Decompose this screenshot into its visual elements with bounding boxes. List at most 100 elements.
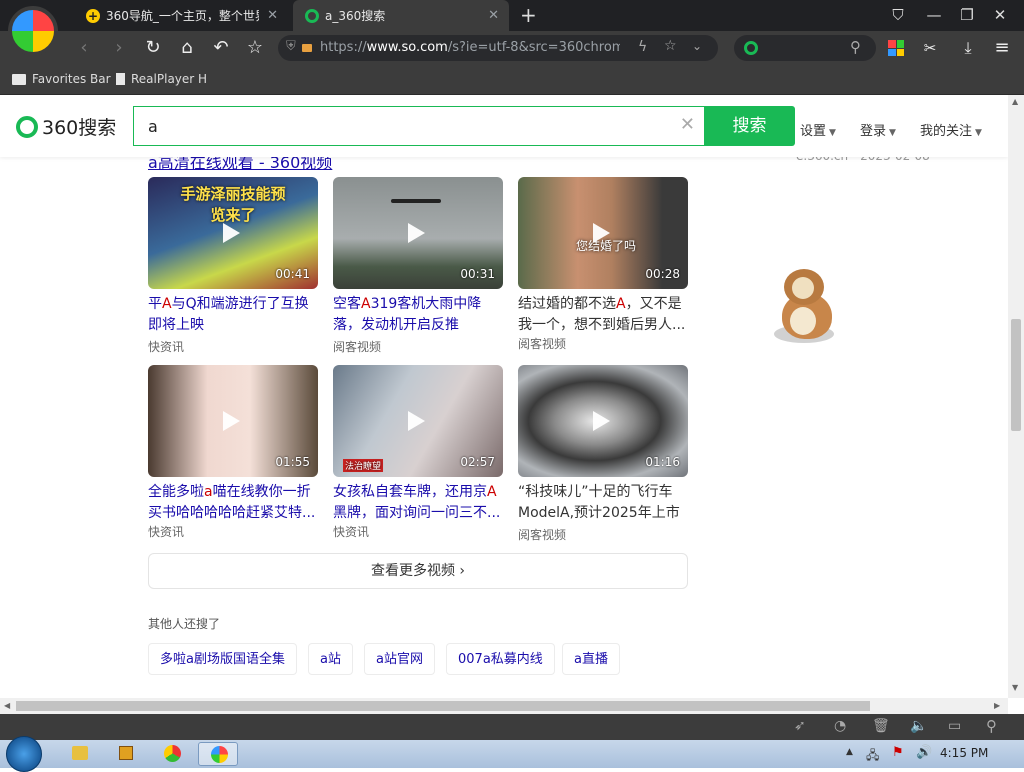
related-searches-label: 其他人还搜了: [148, 617, 221, 631]
vertical-scrollbar[interactable]: ▲ ▼: [1008, 95, 1024, 698]
folder-icon: [12, 73, 26, 85]
new-tab-icon[interactable]: +: [520, 4, 537, 26]
chevron-right-icon: ›: [459, 563, 466, 579]
related-search-chip[interactable]: 007a私募内线: [446, 643, 555, 675]
video-duration: 00:28: [645, 267, 680, 281]
window-icon[interactable]: ▭: [948, 718, 961, 734]
search-icon[interactable]: ⚲: [986, 717, 997, 735]
tab-so-search[interactable]: a_360搜索 ✕: [293, 0, 509, 31]
shield-icon[interactable]: ⛨: [286, 39, 296, 54]
scrollbar-thumb[interactable]: [1011, 319, 1021, 431]
show-hidden-icons-icon[interactable]: ▲: [846, 747, 853, 757]
video-source: 快资讯: [148, 340, 185, 354]
video-title[interactable]: 空客A319客机大雨中降落，发动机开启反推: [333, 294, 505, 336]
start-button-icon[interactable]: [6, 736, 42, 772]
video-duration: 01:55: [275, 455, 310, 469]
thumbnail-caption: 法治瞭望: [343, 459, 384, 472]
bookmark-star-icon[interactable]: ☆: [664, 38, 677, 54]
video-title[interactable]: 平A与Q和端游进行了互换即将上映: [148, 294, 320, 336]
address-bar[interactable]: ⛨ https://www.so.com/s?ie=utf-8&src=360c…: [278, 35, 718, 61]
video-thumbnail[interactable]: 01:55: [148, 365, 318, 477]
action-center-icon[interactable]: ⚑: [892, 745, 904, 760]
download-icon[interactable]: ⤓: [956, 36, 980, 60]
network-icon[interactable]: 🖧: [866, 746, 879, 767]
hamster-mascot[interactable]: [770, 263, 842, 363]
video-title[interactable]: “科技味儿”十足的飞行车ModelA,预计2025年上市: [518, 482, 690, 524]
search-query: a: [148, 117, 158, 136]
360-browser-icon[interactable]: [198, 742, 238, 766]
close-window-icon[interactable]: ✕: [990, 5, 1010, 25]
chrome-icon[interactable]: [152, 742, 192, 766]
video-title[interactable]: 全能多啦a喵在线教你一折买书哈哈哈哈哈赶紧艾特...: [148, 482, 320, 524]
airplane-icon: [391, 199, 441, 203]
search-button[interactable]: 搜索: [704, 106, 795, 146]
login-link[interactable]: 登录 ▼: [860, 120, 896, 139]
related-search-chip[interactable]: a站: [308, 643, 353, 675]
lock-icon: [302, 44, 312, 52]
reload-icon[interactable]: ↻: [141, 36, 165, 60]
media-player-icon[interactable]: [106, 742, 146, 766]
forward-icon[interactable]: ›: [107, 36, 131, 60]
menu-icon[interactable]: ≡: [990, 36, 1014, 60]
home-icon[interactable]: ⌂: [175, 36, 199, 60]
chevron-down-icon: ▼: [829, 128, 836, 138]
apps-grid-icon[interactable]: [888, 40, 904, 56]
flash-icon[interactable]: ϟ: [638, 39, 647, 55]
settings-label: 设置: [800, 124, 827, 139]
video-title[interactable]: 女孩私自套车牌，还用京A黑牌，面对询问一问三不...: [333, 482, 505, 524]
video-source: 快资讯: [148, 525, 185, 539]
speed-icon[interactable]: ◔: [834, 718, 846, 734]
video-thumbnail[interactable]: 您结婚了吗 00:28: [518, 177, 688, 289]
related-search-chip[interactable]: a站官网: [364, 643, 435, 675]
video-thumbnail[interactable]: 01:16: [518, 365, 688, 477]
video-title[interactable]: 结过婚的都不选A，又不是我一个，想不到婚后男人...: [518, 294, 690, 336]
search-icon[interactable]: ⚲: [850, 38, 861, 56]
explorer-icon[interactable]: [60, 742, 100, 766]
play-icon: [593, 223, 610, 243]
play-icon: [593, 411, 610, 431]
scroll-up-icon[interactable]: ▲: [1012, 97, 1018, 106]
video-duration: 00:41: [275, 267, 310, 281]
volume-icon[interactable]: 🔈: [910, 718, 927, 734]
bookmark-realplayer[interactable]: RealPlayer H: [116, 72, 207, 86]
toolbar-search-box[interactable]: ⚲: [734, 35, 876, 61]
shirt-icon[interactable]: ⛉: [888, 5, 908, 25]
scissors-icon[interactable]: ✂: [918, 36, 942, 60]
my-follow-link[interactable]: 我的关注 ▼: [920, 120, 982, 139]
restore-icon[interactable]: ❐: [957, 5, 977, 25]
tab-title: 360导航_一个主页，整个世界: [106, 9, 260, 23]
volume-icon[interactable]: 🔊: [916, 745, 932, 760]
search-input[interactable]: a ✕: [133, 106, 705, 146]
related-search-chip[interactable]: a直播: [562, 643, 620, 675]
video-thumbnail[interactable]: 法治瞭望 02:57: [333, 365, 503, 477]
video-thumbnail[interactable]: 手游泽丽技能预览来了 00:41: [148, 177, 318, 289]
settings-link[interactable]: 设置 ▼: [800, 120, 836, 139]
rocket-icon[interactable]: ➶: [794, 718, 806, 734]
scroll-left-icon[interactable]: ◀: [4, 701, 10, 710]
play-icon: [223, 223, 240, 243]
bookmark-favorites-bar[interactable]: Favorites Bar: [12, 72, 111, 86]
tab-360-navigation[interactable]: + 360导航_一个主页，整个世界 ✕: [74, 0, 288, 31]
trash-icon[interactable]: 🗑: [872, 718, 890, 734]
horizontal-scrollbar[interactable]: ◀ ▶: [0, 698, 1008, 714]
star-icon[interactable]: ☆: [243, 36, 267, 60]
logo[interactable]: 360搜索: [16, 113, 116, 140]
more-videos-button[interactable]: 查看更多视频 ›: [148, 553, 688, 589]
close-tab-icon[interactable]: ✕: [267, 8, 278, 23]
close-tab-icon[interactable]: ✕: [488, 8, 499, 23]
video-duration: 01:16: [645, 455, 680, 469]
video-duration: 00:31: [460, 267, 495, 281]
bookmark-label: RealPlayer H: [131, 72, 208, 86]
scroll-right-icon[interactable]: ▶: [994, 701, 1000, 710]
scrollbar-thumb[interactable]: [16, 701, 870, 711]
undo-icon[interactable]: ↶: [209, 36, 233, 60]
video-thumbnail[interactable]: 00:31: [333, 177, 503, 289]
chevron-down-icon[interactable]: ⌄: [692, 39, 702, 53]
clear-icon[interactable]: ✕: [680, 114, 695, 135]
scroll-down-icon[interactable]: ▼: [1012, 683, 1018, 692]
minimize-icon[interactable]: —: [924, 5, 944, 25]
related-search-chip[interactable]: 多啦a剧场版国语全集: [148, 643, 297, 675]
browser-logo-icon[interactable]: [8, 6, 58, 56]
clock[interactable]: 4:15 PM: [940, 746, 988, 760]
back-icon[interactable]: ‹: [72, 36, 96, 60]
